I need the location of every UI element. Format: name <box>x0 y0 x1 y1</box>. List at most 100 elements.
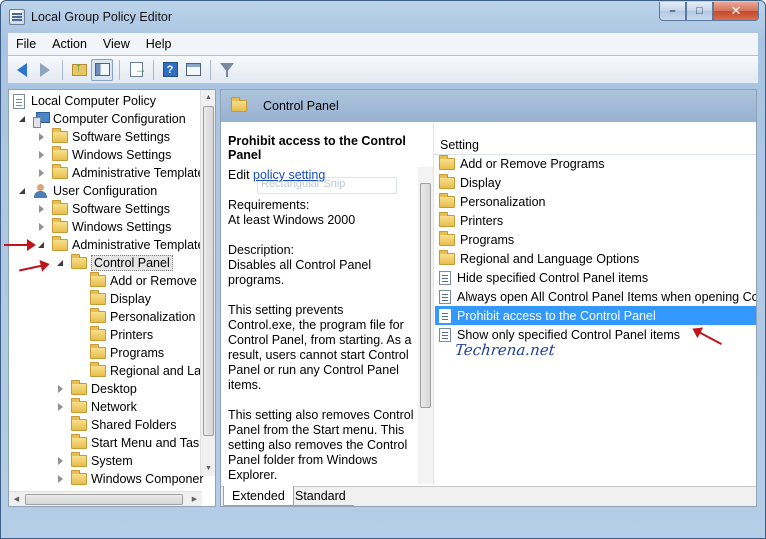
folder-icon <box>90 326 106 341</box>
tree-item-uc-windows-settings[interactable]: Windows Settings <box>36 218 171 236</box>
tree-horizontal-scrollbar[interactable]: ◀ ▶ <box>9 491 202 506</box>
expand-arrow-icon[interactable] <box>36 168 46 178</box>
title-bar[interactable]: Local Group Policy Editor – □ ✕ <box>1 1 765 31</box>
folder-icon <box>90 290 106 305</box>
menu-view[interactable]: View <box>95 37 138 51</box>
filter-icon <box>220 63 234 77</box>
filter-button[interactable] <box>216 59 238 81</box>
scroll-down-arrow-icon[interactable]: ▼ <box>201 461 215 476</box>
list-item-add-remove-programs[interactable]: Add or Remove Programs <box>435 154 756 173</box>
tree-item-personalization[interactable]: Personalization <box>90 308 195 326</box>
collapse-arrow-icon[interactable] <box>17 186 27 196</box>
export-list-button[interactable] <box>125 59 147 81</box>
tree-item-windows-components[interactable]: Windows Componer <box>55 470 204 488</box>
tree-item-label: Windows Componer <box>91 472 204 486</box>
tree-item-desktop[interactable]: Desktop <box>55 380 137 398</box>
tree-item-control-panel[interactable]: Control Panel <box>55 254 173 272</box>
expand-arrow-icon[interactable] <box>36 204 46 214</box>
menu-action[interactable]: Action <box>44 37 95 51</box>
description-scrollbar[interactable] <box>418 167 433 484</box>
tree-item-programs[interactable]: Programs <box>90 344 164 362</box>
edit-policy-setting-link[interactable]: policy setting <box>253 168 325 182</box>
tree-item-shared-folders[interactable]: Shared Folders <box>71 416 176 434</box>
tab-standard[interactable]: Standard <box>287 486 354 506</box>
expand-arrow-icon[interactable] <box>55 474 65 484</box>
policy-document-icon <box>13 93 25 109</box>
expand-arrow-icon[interactable] <box>55 402 65 412</box>
tree-item-label: Desktop <box>91 382 137 396</box>
tree-item-label: Programs <box>110 346 165 360</box>
tree-item-system[interactable]: System <box>55 452 133 470</box>
list-item-label: Prohibit access to the Control Panel <box>457 308 656 323</box>
list-item-always-open-all-items[interactable]: Always open All Control Panel Items when… <box>435 287 757 306</box>
help-button[interactable]: ? <box>159 59 181 81</box>
list-item-printers[interactable]: Printers <box>435 211 756 230</box>
tree-item-label: Regional and Lan <box>110 364 208 378</box>
tree-item-user-configuration[interactable]: User Configuration <box>17 182 157 200</box>
tree-item-uc-software-settings[interactable]: Software Settings <box>36 200 170 218</box>
list-item-programs[interactable]: Programs <box>435 230 756 249</box>
minimize-button[interactable]: – <box>659 2 686 21</box>
computer-icon <box>33 112 50 128</box>
tree-item-display[interactable]: Display <box>90 290 151 308</box>
forward-arrow-icon <box>40 62 50 77</box>
tree-item-computer-configuration[interactable]: Computer Configuration <box>17 110 186 128</box>
setting-column-header[interactable]: Setting <box>434 135 756 155</box>
tree-item-cc-administrative-templates[interactable]: Administrative Template <box>36 164 204 182</box>
expand-arrow-icon[interactable] <box>36 222 46 232</box>
scroll-left-arrow-icon[interactable]: ◀ <box>9 492 24 506</box>
folder-icon <box>52 164 68 179</box>
tree-item-local-computer-policy[interactable]: Local Computer Policy <box>13 92 156 110</box>
back-button[interactable] <box>11 59 33 81</box>
list-item-display[interactable]: Display <box>435 173 756 192</box>
tree-item-regional-language[interactable]: Regional and Lan <box>90 362 208 380</box>
list-item-label: Always open All Control Panel Items when… <box>457 289 757 304</box>
up-one-level-button[interactable] <box>68 59 90 81</box>
list-item-personalization[interactable]: Personalization <box>435 192 756 211</box>
expand-arrow-icon[interactable] <box>55 384 65 394</box>
scrollbar-thumb[interactable] <box>203 106 214 436</box>
tree-item-cc-windows-settings[interactable]: Windows Settings <box>36 146 171 164</box>
scroll-up-arrow-icon[interactable]: ▲ <box>201 90 215 105</box>
folder-icon <box>71 434 87 449</box>
tree-item-printers[interactable]: Printers <box>90 326 153 344</box>
list-item-regional-language[interactable]: Regional and Language Options <box>435 249 756 268</box>
tab-extended[interactable]: Extended <box>223 486 294 506</box>
toolbar-separator <box>153 59 154 80</box>
scrollbar-thumb[interactable] <box>420 183 431 408</box>
list-item-label: Personalization <box>460 194 546 209</box>
scroll-right-arrow-icon[interactable]: ▶ <box>187 492 202 506</box>
policy-title: Prohibit access to the Control Panel <box>228 134 406 162</box>
tree-item-start-menu-taskbar[interactable]: Start Menu and Taskl <box>71 434 208 452</box>
tree-item-cc-software-settings[interactable]: Software Settings <box>36 128 170 146</box>
maximize-button[interactable]: □ <box>686 2 713 21</box>
policy-setting-icon <box>439 327 451 342</box>
expand-arrow-icon[interactable] <box>36 150 46 160</box>
close-button[interactable]: ✕ <box>713 2 759 21</box>
scrollbar-thumb[interactable] <box>25 494 183 505</box>
tree-item-add-remove-programs[interactable]: Add or Remove P <box>90 272 209 290</box>
properties-button[interactable] <box>182 59 204 81</box>
watermark-text: Techrena.net <box>454 341 556 359</box>
menu-help[interactable]: Help <box>138 37 180 51</box>
expand-arrow-icon[interactable] <box>36 132 46 142</box>
list-item-label: Regional and Language Options <box>460 251 640 266</box>
list-item-prohibit-access[interactable]: Prohibit access to the Control Panel <box>435 306 756 325</box>
collapse-arrow-icon[interactable] <box>17 114 27 124</box>
collapse-arrow-icon[interactable] <box>36 240 46 250</box>
forward-button[interactable] <box>34 59 56 81</box>
menu-file[interactable]: File <box>8 37 44 51</box>
tree-item-label: Software Settings <box>72 202 170 216</box>
tree-item-uc-administrative-templates[interactable]: Administrative Template <box>36 236 204 254</box>
list-item-hide-specified-items[interactable]: Hide specified Control Panel items <box>435 268 756 287</box>
expand-arrow-icon[interactable] <box>55 456 65 466</box>
folder-icon <box>71 470 87 485</box>
collapse-arrow-icon[interactable] <box>55 258 65 268</box>
tree-vertical-scrollbar[interactable]: ▲ ▼ <box>200 90 215 476</box>
folder-icon <box>52 146 68 161</box>
extended-description-panel: Prohibit access to the Control Panel Rec… <box>221 122 434 485</box>
edit-prefix: Edit <box>228 168 254 182</box>
folder-icon <box>439 154 455 170</box>
show-hide-console-tree-button[interactable] <box>91 58 113 81</box>
tree-item-network[interactable]: Network <box>55 398 137 416</box>
